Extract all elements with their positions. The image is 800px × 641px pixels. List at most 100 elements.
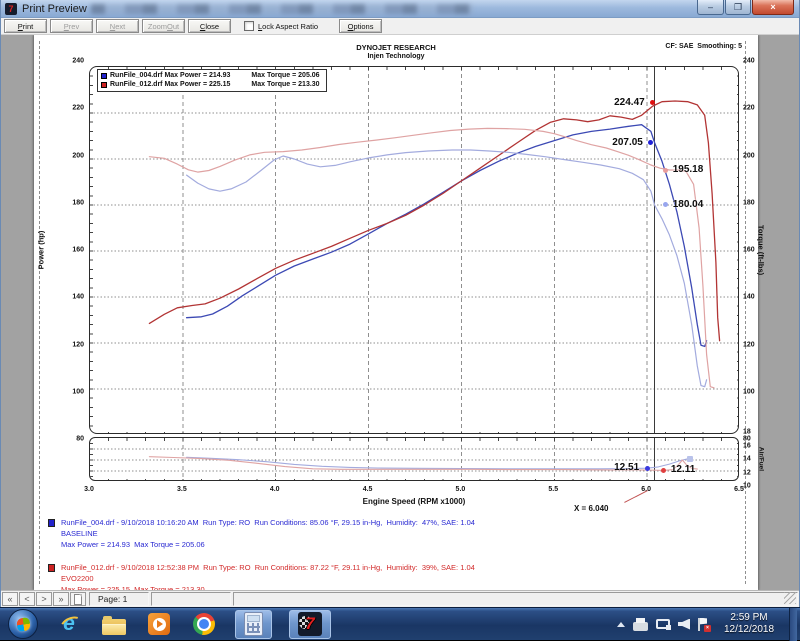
action-center-flag-icon[interactable]: ×	[698, 618, 709, 631]
tick-label: 10	[743, 483, 773, 490]
tick-label: 160	[54, 247, 84, 254]
tick-label: 200	[743, 152, 773, 159]
maximize-button[interactable]: ❒	[725, 0, 751, 15]
tick-label: 220	[743, 105, 773, 112]
data-marker-label: 224.47	[614, 97, 645, 108]
toolbar: Print Prev Next Zoom Out Close Lock Aspe…	[1, 18, 799, 35]
next-button[interactable]: Next	[96, 19, 139, 33]
taskbar-item-dynojet-winpep[interactable]: 7	[289, 610, 331, 639]
data-marker-dot	[645, 466, 650, 471]
first-page-button[interactable]: «	[2, 592, 18, 606]
data-marker-label: 12.51	[614, 462, 639, 473]
run-label: EVO2200	[61, 573, 475, 584]
calculator-icon	[244, 612, 263, 636]
legend-row: RunFile_004.drf Max Power = 214.93 Max T…	[101, 71, 320, 80]
print-preview-page: DYNOJET RESEARCH Injen Technology CF: SA…	[34, 35, 758, 590]
tick-label: 80	[54, 436, 84, 443]
tick-label: 180	[54, 199, 84, 206]
legend-text: Max Torque = 205.06	[251, 71, 319, 80]
internet-explorer-icon: e	[63, 614, 75, 634]
chart-canvas	[90, 438, 739, 481]
rpm-axis-tick-labels: 3.03.54.04.55.05.56.06.5	[89, 486, 739, 496]
legend-swatch-evo2200	[101, 82, 107, 88]
tick-label: 140	[743, 294, 773, 301]
play-icon	[153, 618, 166, 631]
printer-tray-icon[interactable]	[633, 622, 648, 631]
print-preview-window: 7 Print Preview – ❒ × Print Prev Next Zo…	[0, 0, 800, 607]
taskbar-item-chrome[interactable]	[190, 610, 218, 638]
taskbar-clock[interactable]: 2:59 PM 12/12/2018	[717, 612, 781, 636]
legend-text: Max Torque = 213.30	[251, 80, 319, 89]
close-button[interactable]: Close	[188, 19, 231, 33]
system-tray: × 2:59 PM 12/12/2018	[617, 608, 800, 641]
chart-canvas	[90, 67, 739, 434]
page-setup-button[interactable]	[70, 592, 86, 606]
power-axis-tick-labels: 24022020018016014012010080	[54, 61, 84, 439]
preview-area: DYNOJET RESEARCH Injen Technology CF: SA…	[1, 35, 799, 590]
cursor-readout: X = 6.040	[574, 504, 608, 513]
taskbar-item-file-explorer[interactable]	[100, 610, 128, 638]
minimize-button[interactable]: –	[697, 0, 724, 15]
legend-text: RunFile_004.drf Max Power = 214.93	[110, 71, 230, 80]
chrome-icon	[193, 613, 215, 635]
start-button[interactable]	[8, 609, 38, 639]
last-page-button[interactable]: »	[53, 592, 69, 606]
run-stats: Max Power = 214.93 Max Torque = 205.06	[61, 539, 475, 550]
page-indicator: Page: 1	[98, 594, 127, 604]
lock-aspect-ratio-checkbox[interactable]	[244, 21, 254, 31]
run-header: RunFile_004.drf - 9/10/2018 10:16:20 AM …	[61, 517, 475, 528]
dynojet-icon: 7	[298, 612, 322, 636]
prev-button[interactable]: Prev	[50, 19, 93, 33]
title-bar[interactable]: 7 Print Preview – ❒ ×	[1, 0, 799, 18]
run-stats: Max Power = 225.15 Max Torque = 213.30	[61, 584, 475, 590]
data-marker-label: 207.05	[612, 137, 643, 148]
page-margin-guide-left	[39, 41, 40, 584]
data-marker-dot	[687, 456, 693, 462]
show-hidden-icons-arrow-icon[interactable]	[617, 622, 625, 627]
taskbar-item-calculator[interactable]	[235, 610, 272, 639]
tick-label: 200	[54, 152, 84, 159]
data-marker-label: 195.18	[673, 164, 704, 175]
tick-label: 180	[743, 199, 773, 206]
data-marker-dot	[663, 168, 668, 173]
close-window-button[interactable]: ×	[752, 0, 794, 15]
next-page-button[interactable]: >	[36, 592, 52, 606]
tick-label: 240	[54, 58, 84, 65]
legend-text: RunFile_012.drf Max Power = 225.15	[110, 80, 230, 89]
air-fuel-axis-title: Air/Fuel	[758, 447, 765, 471]
tick-label: 120	[743, 341, 773, 348]
taskbar-item-media-player[interactable]	[145, 610, 173, 638]
clock-date: 12/12/2018	[717, 624, 781, 636]
close-icon: ×	[770, 3, 775, 12]
volume-tray-icon[interactable]	[678, 619, 690, 630]
torque-axis-title: Torque (ft-lbs)	[757, 225, 766, 275]
show-desktop-button[interactable]	[789, 608, 797, 641]
power-axis-title: Power (hp)	[37, 231, 46, 270]
print-button[interactable]: Print	[4, 19, 47, 33]
dyno-power-torque-chart: RunFile_004.drf Max Power = 214.93 Max T…	[89, 66, 739, 434]
options-button[interactable]: Options	[339, 19, 382, 33]
tick-label: 4.5	[363, 486, 373, 493]
tick-label: 140	[54, 294, 84, 301]
previous-page-button[interactable]: <	[19, 592, 35, 606]
rpm-axis-title: Engine Speed (RPM x1000)	[89, 497, 739, 506]
tick-label: 3.5	[177, 486, 187, 493]
report-subtitle: Injen Technology	[34, 53, 758, 60]
taskbar: e 7 × 2:59 PM 12/12/2018	[0, 607, 800, 640]
resize-grip[interactable]	[784, 592, 796, 604]
taskbar-item-internet-explorer[interactable]: e	[55, 610, 83, 638]
folder-icon	[102, 619, 126, 635]
chart-legend: RunFile_004.drf Max Power = 214.93 Max T…	[97, 69, 327, 92]
legend-row: RunFile_012.drf Max Power = 225.15 Max T…	[101, 80, 320, 89]
data-marker-label: 180.04	[673, 199, 704, 210]
tick-label: 5.0	[456, 486, 466, 493]
network-tray-icon[interactable]	[656, 619, 670, 629]
run-swatch	[48, 564, 55, 572]
lock-aspect-ratio-label: Lock Aspect Ratio	[258, 22, 318, 31]
app-icon: 7	[5, 3, 17, 15]
tick-label: 220	[54, 105, 84, 112]
zoom-out-button[interactable]: Zoom Out	[142, 19, 185, 33]
report-company: DYNOJET RESEARCH	[34, 43, 758, 52]
run-info-baseline: RunFile_004.drf - 9/10/2018 10:16:20 AM …	[48, 517, 475, 550]
tick-label: 100	[54, 388, 84, 395]
